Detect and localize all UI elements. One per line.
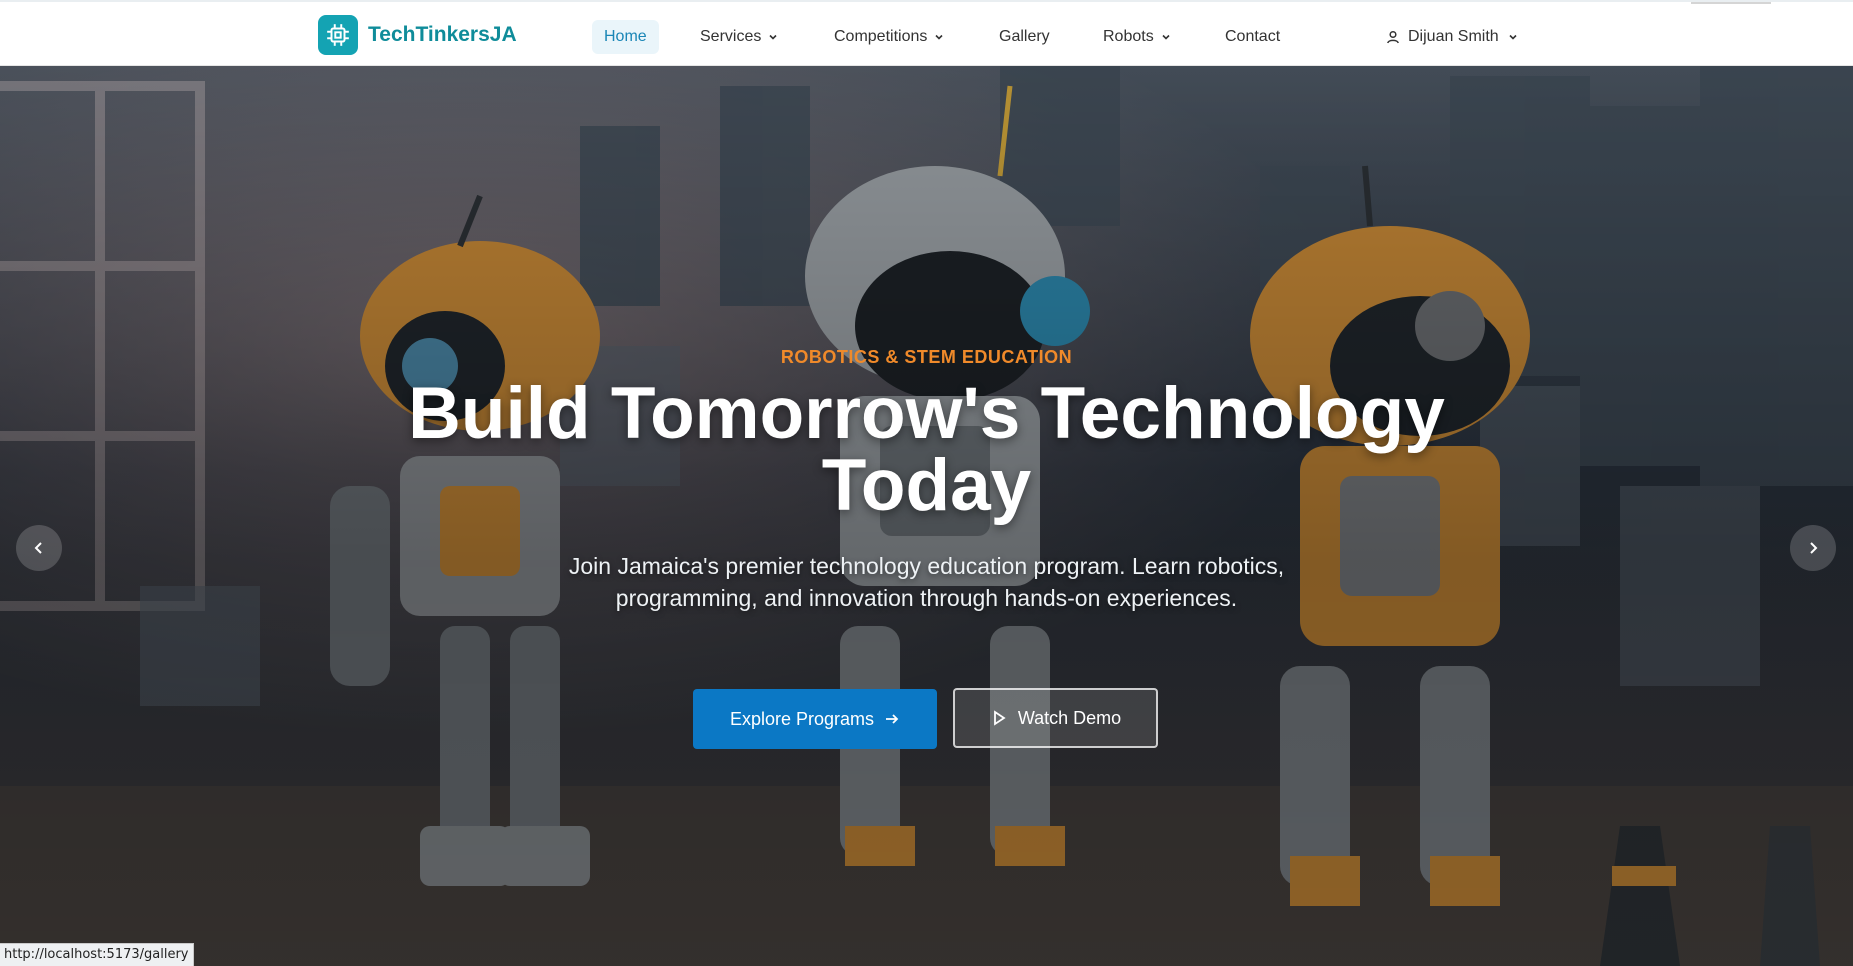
hero-section: ROBOTICS & STEM EDUCATION Build Tomorrow… <box>0 66 1853 966</box>
arrow-right-icon <box>886 714 899 724</box>
nav-contact-label: Contact <box>1225 28 1281 45</box>
nav-competitions-label: Competitions <box>834 28 928 45</box>
carousel-prev-button[interactable] <box>16 525 62 571</box>
nav-home-label: Home <box>604 28 647 45</box>
nav-services[interactable]: Services <box>700 20 779 54</box>
status-bar-url: http://localhost:5173/gallery <box>0 943 194 966</box>
nav-contact[interactable]: Contact <box>1225 20 1280 54</box>
nav-gallery-label: Gallery <box>999 28 1050 45</box>
top-navbar: TechTinkersJA Home Services Competitions… <box>0 0 1853 66</box>
chevron-down-icon <box>769 34 777 40</box>
nav-gallery[interactable]: Gallery <box>999 20 1050 54</box>
user-icon <box>1387 30 1399 44</box>
nav-services-label: Services <box>700 28 762 45</box>
play-icon <box>993 710 1006 726</box>
chevron-right-icon <box>1810 542 1818 554</box>
brand-link[interactable]: TechTinkersJA <box>318 15 517 55</box>
explore-programs-label: Explore Programs <box>729 708 875 729</box>
chevron-down-icon <box>1162 34 1170 40</box>
chevron-down-icon <box>1509 34 1517 40</box>
chevron-down-icon <box>935 34 943 40</box>
watch-demo-button[interactable]: Watch Demo <box>953 688 1158 748</box>
chevron-left-icon <box>34 542 42 554</box>
nav-competitions[interactable]: Competitions <box>834 20 945 54</box>
watch-demo-label: Watch Demo <box>1017 707 1122 728</box>
nav-robots-label: Robots <box>1103 28 1154 45</box>
carousel-next-button[interactable] <box>1790 525 1836 571</box>
chip-icon <box>318 15 358 55</box>
user-menu[interactable]: Dijuan Smith <box>1386 20 1519 54</box>
brand-name: TechTinkersJA <box>368 23 517 46</box>
nav-home[interactable]: Home <box>592 20 659 54</box>
nav-robots[interactable]: Robots <box>1103 20 1172 54</box>
user-name: Dijuan Smith <box>1408 28 1499 45</box>
hero-content: ROBOTICS & STEM EDUCATION Build Tomorrow… <box>0 66 1853 966</box>
hero-subtitle: Join Jamaica's premier technology educat… <box>568 553 1285 611</box>
explore-programs-button[interactable]: Explore Programs <box>693 689 937 749</box>
scroll-indicator <box>1691 2 1771 4</box>
hero-eyebrow: ROBOTICS & STEM EDUCATION <box>780 347 1073 367</box>
hero-headline: Build Tomorrow's Technology Today <box>408 373 1445 526</box>
